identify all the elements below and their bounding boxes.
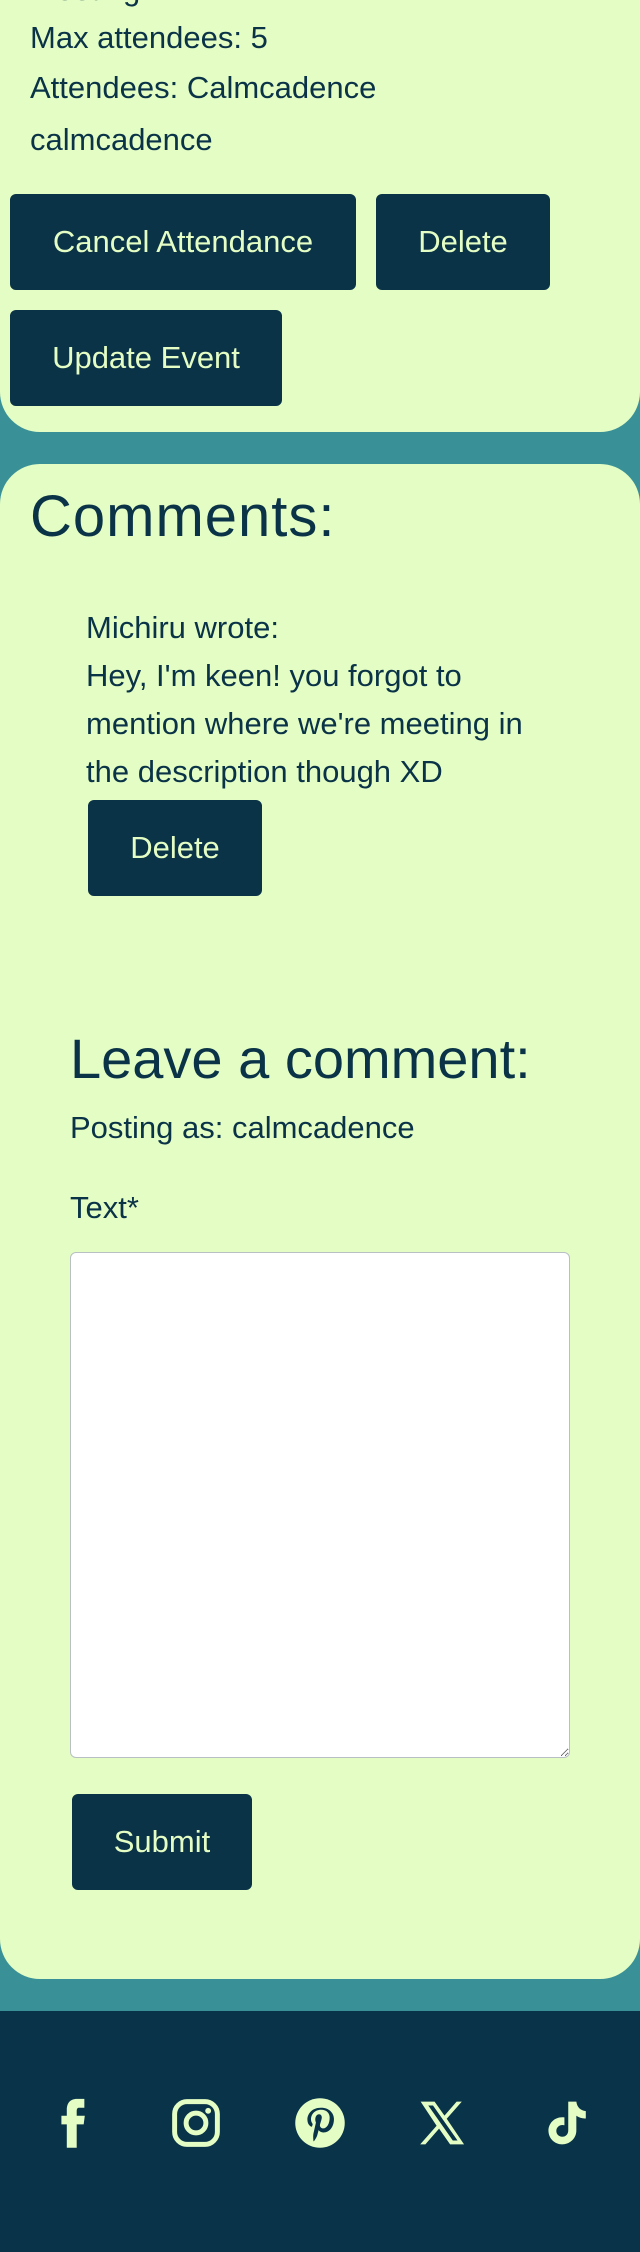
footer: [0, 2011, 640, 2252]
comments-heading: Comments:: [30, 484, 336, 549]
instagram-glyph: [172, 2099, 220, 2147]
comments-card: Comments: Michiru wrote: Hey, I'm keen! …: [0, 464, 640, 1979]
comment-text: Hey, I'm keen! you forgot to mention whe…: [86, 658, 523, 789]
text-field-label: Text*: [70, 1190, 139, 1225]
facebook-glyph: [61, 2098, 85, 2148]
cancel-attendance-button[interactable]: Cancel Attendance: [10, 194, 356, 290]
pinterest-icon[interactable]: [290, 2093, 350, 2153]
tiktok-icon[interactable]: [536, 2093, 596, 2153]
facebook-icon[interactable]: [44, 2093, 104, 2153]
tiktok-glyph: [548, 2101, 586, 2145]
attendee-name: calmcadence: [30, 122, 213, 157]
comment-text-input[interactable]: [70, 1252, 570, 1758]
delete-comment-button[interactable]: Delete: [88, 800, 262, 896]
instagram-icon[interactable]: [166, 2093, 226, 2153]
x-icon[interactable]: [412, 2093, 472, 2153]
comment-author: Michiru wrote:: [86, 610, 279, 645]
comment-item: Michiru wrote: Hey, I'm keen! you forgot…: [86, 604, 566, 796]
attendees-label: Attendees: Calmcadence: [30, 70, 377, 105]
event-details-card: Meeting Max attendees: 5 Attendees: Calm…: [0, 0, 640, 432]
pinterest-glyph: [295, 2098, 345, 2148]
leave-comment-heading: Leave a comment:: [70, 1027, 531, 1090]
submit-comment-button[interactable]: Submit: [72, 1794, 252, 1890]
delete-event-button[interactable]: Delete: [376, 194, 550, 290]
x-glyph: [420, 2101, 465, 2145]
max-attendees: Max attendees: 5: [30, 20, 268, 55]
update-event-button[interactable]: Update Event: [10, 310, 282, 406]
posting-as: Posting as: calmcadence: [70, 1110, 415, 1145]
event-partial-line: Meeting: [30, 0, 140, 10]
